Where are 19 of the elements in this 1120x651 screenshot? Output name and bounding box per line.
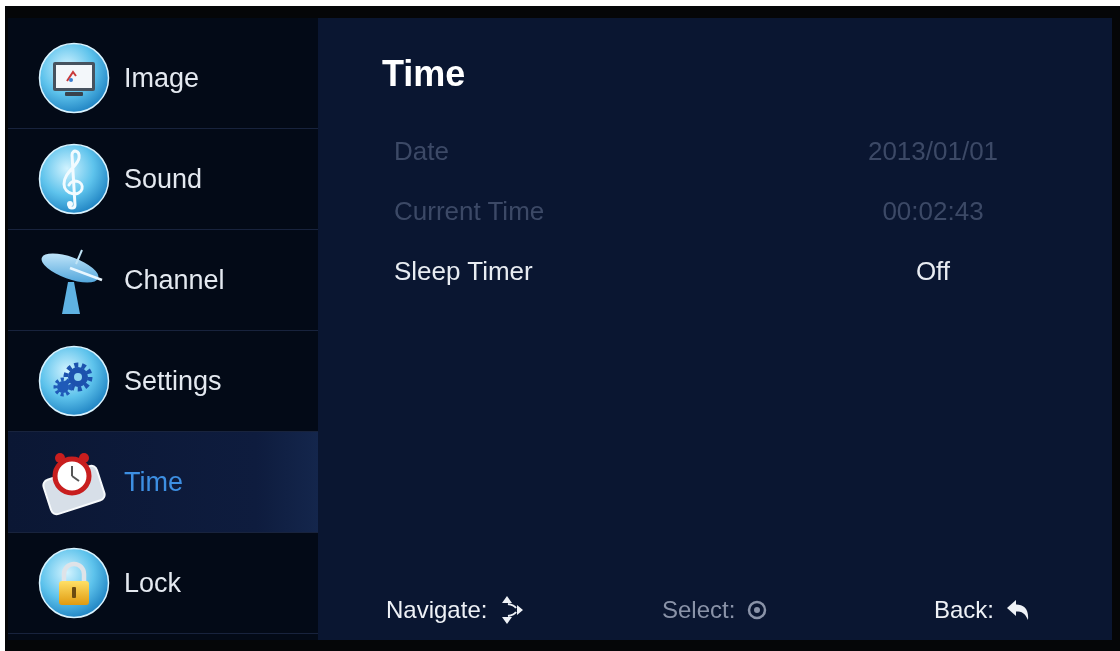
curved-arrow-icon — [1006, 598, 1031, 622]
treble-clef-icon — [38, 143, 110, 215]
setting-label: Sleep Timer — [394, 255, 534, 287]
setting-value: Off — [914, 255, 952, 287]
sidebar-menu-item[interactable]: Time — [8, 432, 318, 533]
sidebar-menu-item[interactable]: Channel — [8, 230, 318, 331]
sidebar-menu-item[interactable]: Sound — [8, 129, 318, 230]
monitor-icon — [38, 42, 110, 114]
sidebar-menu-item[interactable]: Image — [8, 28, 318, 129]
navigation-arrows-icon — [499, 595, 524, 625]
hint-label: Select: — [662, 596, 736, 624]
panel-title: Time — [382, 54, 467, 94]
hint-label: Back: — [934, 596, 995, 624]
hint-label: Navigate: — [386, 596, 488, 624]
padlock-icon — [38, 547, 110, 619]
sidebar-menu-item[interactable]: Settings — [8, 331, 318, 432]
circle-dot-icon — [747, 600, 768, 620]
sidebar-menu-item[interactable]: Lock — [8, 533, 318, 634]
gears-icon — [38, 345, 110, 417]
